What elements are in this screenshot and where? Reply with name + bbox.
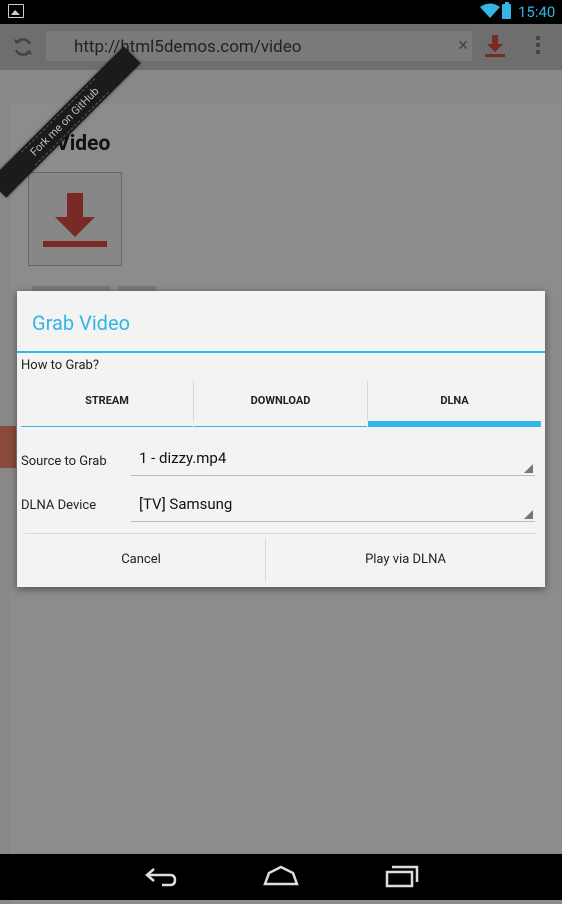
device-value: [TV] Samsung [139,495,233,513]
dropdown-arrow-icon [524,464,533,473]
wifi-icon [480,3,500,18]
title-divider [17,351,545,353]
download-image [28,172,122,266]
url-field[interactable]: http://html5demos.com/video × [46,31,472,61]
clock: 15:40 [518,3,556,21]
source-spinner[interactable]: 1 - dizzy.mp4 [131,447,535,476]
play-via-dlna-button[interactable]: Play via DLNA [266,535,545,585]
status-bar: 15:40 [0,0,562,24]
recent-apps-icon[interactable] [384,864,420,890]
grab-mode-tabs: STREAM DOWNLOAD DLNA [21,381,541,427]
tab-stream[interactable]: STREAM [21,381,193,427]
tab-label: DLNA [440,394,469,407]
gallery-icon [8,4,24,18]
download-icon [43,193,107,247]
clear-url-icon[interactable]: × [458,35,468,56]
battery-icon [502,2,511,19]
browser-toolbar: http://html5demos.com/video × [0,24,562,70]
device-label: DLNA Device [21,498,97,513]
cancel-button[interactable]: Cancel [17,535,265,585]
home-icon[interactable] [263,864,299,890]
grab-video-dialog: Grab Video How to Grab? STREAM DOWNLOAD … [17,291,545,587]
navigation-bar [0,854,562,900]
buttons-divider [25,533,537,534]
source-label: Source to Grab [21,454,107,469]
refresh-icon[interactable] [12,36,34,58]
tab-download[interactable]: DOWNLOAD [194,381,367,427]
html5-logo [0,426,16,468]
tab-dlna[interactable]: DLNA [368,381,541,427]
back-icon[interactable] [144,864,178,890]
download-icon[interactable] [484,34,506,58]
source-value: 1 - dizzy.mp4 [139,449,227,467]
tab-label: DOWNLOAD [250,394,311,407]
dialog-title: Grab Video [32,311,130,335]
url-text[interactable]: http://html5demos.com/video [74,37,301,57]
tab-label: STREAM [85,394,129,407]
device-spinner[interactable]: [TV] Samsung [131,493,535,522]
how-to-label: How to Grab? [21,358,99,373]
overflow-menu-icon[interactable] [536,36,540,57]
dropdown-arrow-icon [524,510,533,519]
